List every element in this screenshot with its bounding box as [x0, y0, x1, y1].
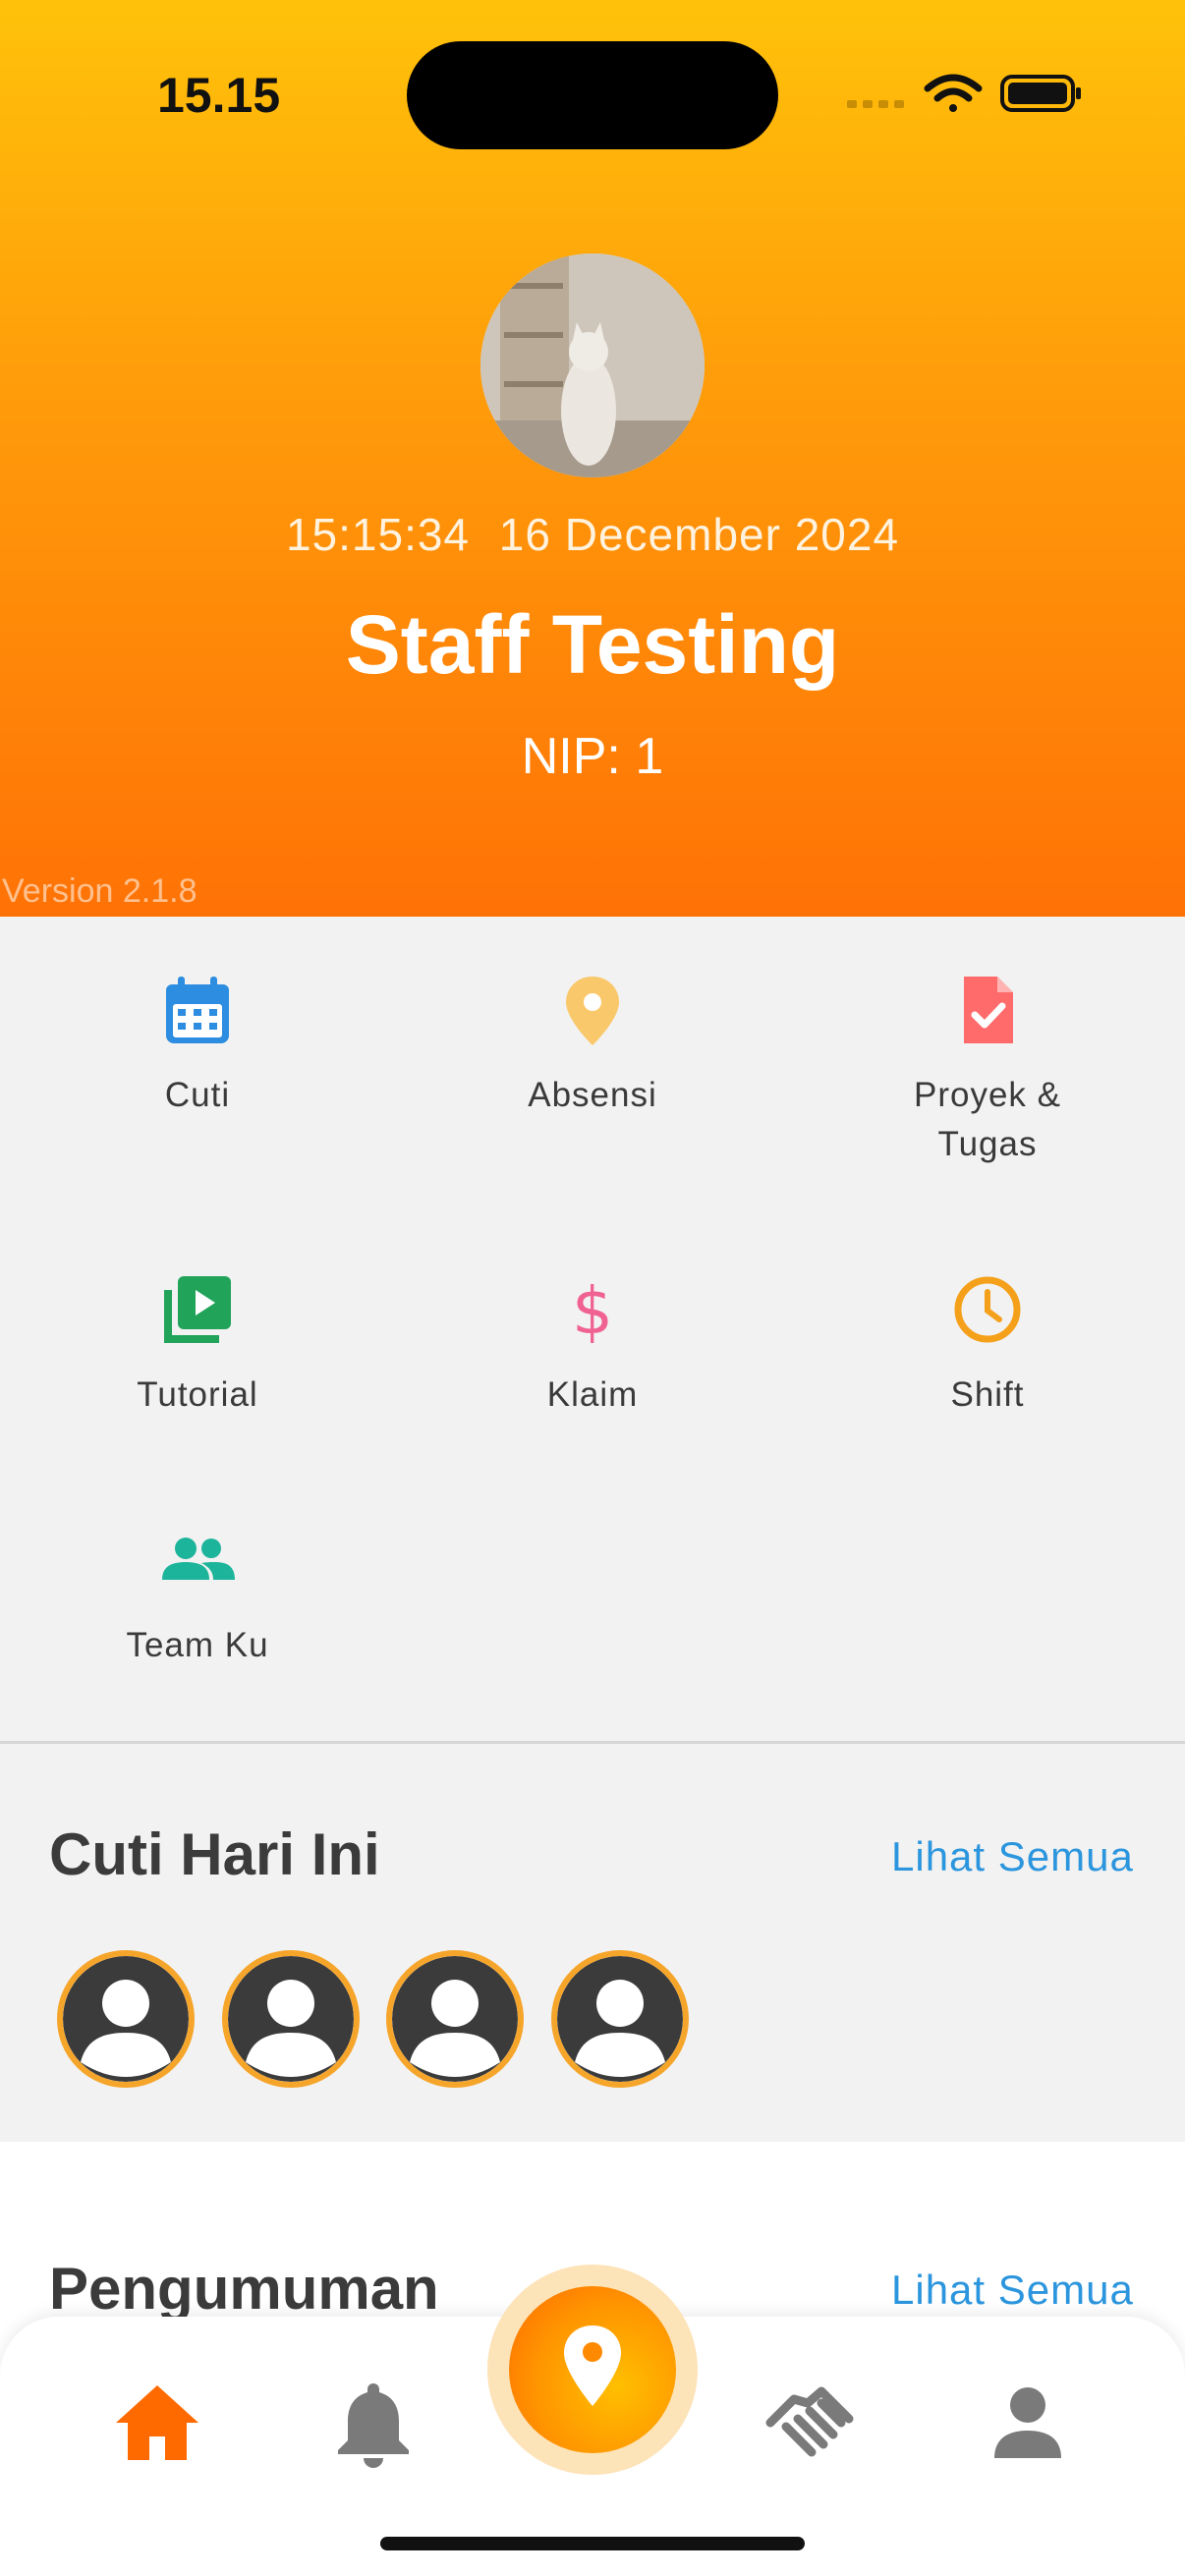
- user-nip: NIP: 1: [521, 728, 664, 785]
- handshake-icon[interactable]: [761, 2374, 859, 2472]
- dollar-icon: $: [572, 1273, 613, 1349]
- current-time: 15:15:34: [285, 509, 471, 560]
- home-indicator: [380, 2537, 805, 2550]
- menu-item-team-ku[interactable]: Team Ku: [0, 1521, 395, 1670]
- menu-item-absensi[interactable]: Absensi: [395, 971, 790, 1120]
- status-time: 15.15: [157, 68, 281, 123]
- profile-avatar[interactable]: [480, 253, 705, 477]
- wifi-icon: [924, 74, 983, 112]
- profile-header: 15.15 15:15:34 16 December 2024 Staff Te…: [0, 0, 1185, 917]
- menu-item-cuti[interactable]: Cuti: [0, 971, 395, 1120]
- attendance-fab-inner: [509, 2286, 676, 2453]
- menu-label: Cuti: [164, 1076, 231, 1114]
- document-check-icon: [964, 977, 1013, 1043]
- battery-icon: [1000, 75, 1081, 112]
- person-icon[interactable]: [979, 2374, 1077, 2472]
- app-version: Version 2.1.8: [2, 872, 198, 910]
- leave-avatar[interactable]: [551, 1950, 689, 2088]
- menu-label: Klaim: [546, 1375, 639, 1414]
- attendance-fab[interactable]: [487, 2265, 698, 2475]
- svg-text:$: $: [572, 1273, 613, 1349]
- menu-label: Tutorial: [137, 1375, 258, 1414]
- announcements-title: Pengumuman: [49, 2256, 439, 2322]
- menu-item-proyek-tugas[interactable]: Proyek & Tugas: [790, 971, 1185, 1169]
- menu-label: Shift: [950, 1375, 1025, 1414]
- menu-item-tutorial[interactable]: Tutorial: [0, 1270, 395, 1420]
- bell-icon[interactable]: [324, 2374, 423, 2472]
- person-placeholder-icon: [228, 1956, 354, 2082]
- team-icon: [162, 1538, 235, 1580]
- leave-avatar[interactable]: [57, 1950, 195, 2088]
- attendance-pin-icon: [564, 2325, 621, 2406]
- status-icons: [847, 74, 1081, 112]
- section-divider: [0, 1741, 1185, 1744]
- person-placeholder-icon: [392, 1956, 518, 2082]
- menu-item-klaim[interactable]: $ Klaim: [395, 1270, 790, 1420]
- menu-item-shift[interactable]: Shift: [790, 1270, 1185, 1420]
- leave-avatar[interactable]: [222, 1950, 360, 2088]
- menu-label: Team Ku: [126, 1626, 269, 1664]
- current-datetime: 15:15:34 16 December 2024: [0, 508, 1185, 561]
- video-library-icon: [164, 1276, 231, 1343]
- current-date: 16 December 2024: [498, 509, 900, 560]
- leave-avatar[interactable]: [386, 1950, 524, 2088]
- leave-today-title: Cuti Hari Ini: [49, 1821, 380, 1887]
- cellular-signal-icon: [847, 100, 904, 108]
- home-icon[interactable]: [108, 2374, 206, 2472]
- location-pin-icon: [566, 977, 619, 1045]
- menu-grid: Cuti Absensi Proyek & Tugas Tutorial $ K…: [0, 917, 1185, 1742]
- announcements-see-all-link[interactable]: Lihat Semua: [891, 2267, 1134, 2314]
- menu-label: Proyek & Tugas: [914, 1076, 1061, 1163]
- person-placeholder-icon: [557, 1956, 683, 2082]
- clock-icon: [954, 1276, 1021, 1343]
- menu-label: Absensi: [528, 1076, 657, 1114]
- dynamic-island: [407, 41, 778, 149]
- calendar-icon: [166, 977, 229, 1043]
- user-name: Staff Testing: [345, 598, 840, 691]
- leave-today-see-all-link[interactable]: Lihat Semua: [891, 1833, 1134, 1880]
- person-placeholder-icon: [63, 1956, 189, 2082]
